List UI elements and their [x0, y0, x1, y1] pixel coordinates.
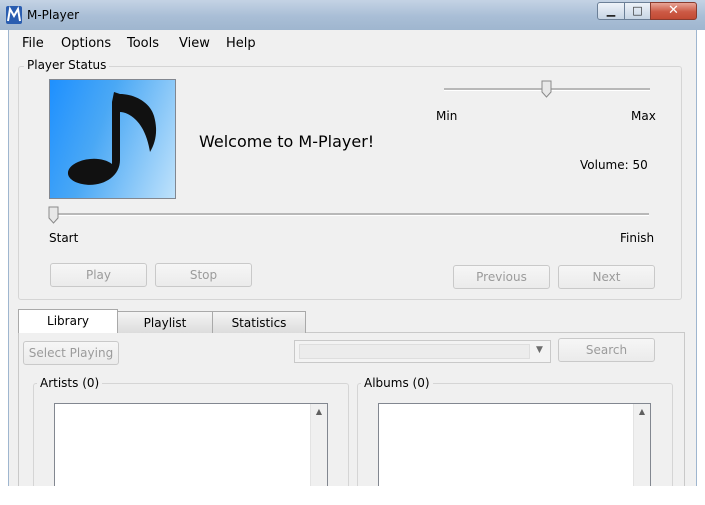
menu-options[interactable]: Options: [61, 36, 111, 51]
window-title: M-Player: [27, 8, 80, 22]
close-button[interactable]: ✕: [650, 2, 697, 20]
albums-label: Albums (0): [361, 376, 433, 390]
select-playing-button[interactable]: Select Playing: [23, 341, 119, 365]
tab-statistics[interactable]: Statistics: [212, 311, 306, 333]
player-status-legend: Player Status: [24, 58, 110, 72]
chevron-down-icon[interactable]: ▼: [536, 345, 543, 355]
maximize-icon: □: [632, 4, 643, 17]
stop-button[interactable]: Stop: [155, 263, 252, 287]
bottom-edge: [0, 486, 705, 505]
scroll-up-icon[interactable]: ▲: [311, 407, 327, 416]
close-icon: ✕: [668, 3, 679, 18]
menu-tools[interactable]: Tools: [127, 36, 159, 51]
volume-min-label: Min: [436, 109, 458, 123]
music-note-icon: [67, 92, 157, 185]
volume-max-label: Max: [631, 109, 656, 123]
tab-playlist[interactable]: Playlist: [117, 311, 213, 333]
next-button[interactable]: Next: [558, 265, 655, 289]
welcome-message: Welcome to M-Player!: [199, 132, 375, 151]
previous-button[interactable]: Previous: [453, 265, 550, 289]
search-button[interactable]: Search: [558, 338, 655, 362]
volume-slider-thumb[interactable]: [541, 80, 552, 98]
seek-slider-thumb[interactable]: [48, 206, 59, 224]
tab-library[interactable]: Library: [18, 309, 118, 333]
seek-start-label: Start: [49, 231, 79, 245]
seek-slider-track[interactable]: [52, 213, 649, 216]
volume-readout: Volume: 50: [580, 158, 648, 172]
minimize-button[interactable]: ▁: [597, 2, 625, 20]
menu-help[interactable]: Help: [226, 36, 256, 51]
artists-label: Artists (0): [37, 376, 103, 390]
menu-file[interactable]: File: [22, 36, 44, 51]
minimize-icon: ▁: [606, 4, 616, 17]
search-input[interactable]: [299, 344, 530, 359]
seek-finish-label: Finish: [620, 231, 655, 245]
maximize-button[interactable]: □: [624, 2, 651, 20]
menu-view[interactable]: View: [179, 36, 210, 51]
scroll-up-icon[interactable]: ▲: [634, 407, 650, 416]
album-art: [49, 79, 176, 199]
play-button[interactable]: Play: [50, 263, 147, 287]
app-logo-icon: [6, 6, 22, 24]
